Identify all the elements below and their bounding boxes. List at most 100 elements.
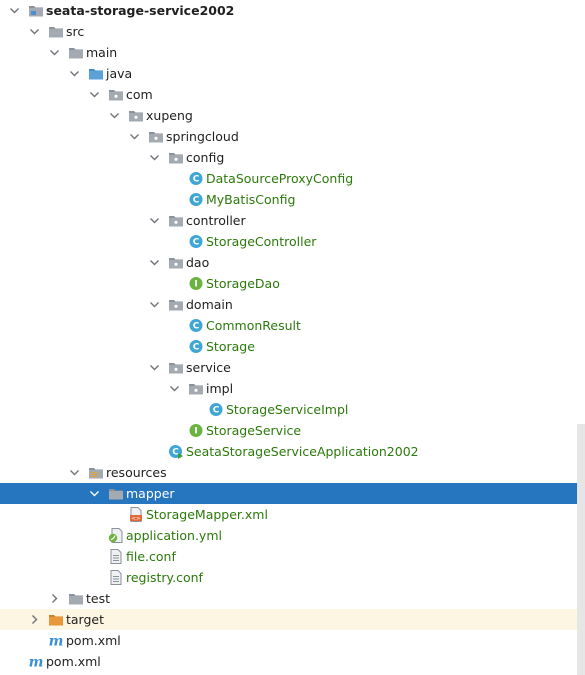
tree-row-registry-conf[interactable]: registry.conf (0, 567, 577, 588)
spring-boot-class-icon: C (168, 444, 184, 459)
tree-row-com[interactable]: com (0, 84, 577, 105)
svg-text:C: C (193, 175, 200, 185)
tree-item-label: SeataStorageServiceApplication2002 (186, 444, 419, 459)
chevron-down-icon[interactable] (166, 378, 182, 399)
svg-text:C: C (193, 238, 200, 248)
svg-text:C: C (193, 322, 200, 332)
tree-row-dao[interactable]: dao (0, 252, 577, 273)
text-file-icon (108, 549, 124, 564)
project-folder-icon (28, 3, 44, 18)
tree-row-storageservice[interactable]: I StorageService (0, 420, 577, 441)
chevron-down-icon[interactable] (46, 42, 62, 63)
tree-row-project-root[interactable]: seata-storage-service2002 (0, 0, 577, 21)
tree-item-label: src (66, 24, 85, 39)
tree-item-label: springcloud (166, 129, 239, 144)
tree-row-application-yml[interactable]: application.yml (0, 525, 577, 546)
chevron-down-icon[interactable] (126, 126, 142, 147)
tree-row-java[interactable]: java (0, 63, 577, 84)
tree-item-label: application.yml (126, 528, 222, 543)
tree-item-label: test (86, 591, 111, 606)
tree-row-file-conf[interactable]: file.conf (0, 546, 577, 567)
svg-text:C: C (193, 343, 200, 353)
chevron-down-icon[interactable] (6, 0, 22, 21)
chevron-down-icon[interactable] (66, 462, 82, 483)
tree-item-label: service (186, 360, 231, 375)
tree-row-domain[interactable]: domain (0, 294, 577, 315)
tree-row-mybatisconfig[interactable]: C MyBatisConfig (0, 189, 577, 210)
chevron-down-icon[interactable] (146, 252, 162, 273)
maven-icon: m (28, 654, 44, 670)
tree-row-main[interactable]: main (0, 42, 577, 63)
chevron-down-icon[interactable] (106, 105, 122, 126)
svg-text:C: C (213, 406, 220, 416)
svg-text:C: C (193, 196, 200, 206)
tree-row-config[interactable]: config (0, 147, 577, 168)
maven-icon: m (48, 633, 64, 649)
tree-item-label: config (186, 150, 225, 165)
chevron-down-icon[interactable] (146, 294, 162, 315)
chevron-down-icon[interactable] (146, 210, 162, 231)
tree-row-controller[interactable]: controller (0, 210, 577, 231)
tree-row-mapper[interactable]: mapper (0, 483, 585, 504)
svg-text:I: I (194, 427, 197, 437)
chevron-down-icon[interactable] (26, 21, 42, 42)
tree-row-springcloud[interactable]: springcloud (0, 126, 577, 147)
source-folder-icon (88, 66, 104, 81)
chevron-down-icon[interactable] (146, 357, 162, 378)
java-interface-icon: I (188, 423, 204, 438)
tree-row-impl[interactable]: impl (0, 378, 577, 399)
tree-item-label: java (106, 66, 133, 81)
tree-row-service[interactable]: service (0, 357, 577, 378)
svg-text:<>: <> (131, 516, 141, 522)
tree-row-storageserviceimpl[interactable]: C StorageServiceImpl (0, 399, 577, 420)
chevron-right-icon[interactable] (26, 609, 42, 630)
yml-file-icon (108, 528, 124, 543)
tree-row-xupeng[interactable]: xupeng (0, 105, 577, 126)
chevron-right-icon[interactable] (46, 588, 62, 609)
tree-item-label: main (86, 45, 118, 60)
vertical-scrollbar[interactable] (577, 424, 585, 675)
folder-icon (68, 45, 84, 60)
svg-text:I: I (194, 280, 197, 290)
tree-item-label: pom.xml (66, 633, 121, 648)
tree-item-label: controller (186, 213, 246, 228)
tree-row-storagecontroller[interactable]: C StorageController (0, 231, 577, 252)
tree-item-label: StorageService (206, 423, 302, 438)
tree-row-target[interactable]: target (0, 609, 577, 630)
java-class-icon: C (188, 339, 204, 354)
tree-row-pom-inner[interactable]: m pom.xml (0, 630, 577, 651)
chevron-down-icon[interactable] (86, 84, 102, 105)
package-icon (168, 255, 184, 270)
java-class-icon: C (188, 171, 204, 186)
tree-item-label: StorageMapper.xml (146, 507, 268, 522)
tree-row-storage[interactable]: C Storage (0, 336, 577, 357)
folder-icon (68, 591, 84, 606)
resources-folder-icon (88, 465, 104, 480)
tree-row-commonresult[interactable]: C CommonResult (0, 315, 577, 336)
package-icon (148, 129, 164, 144)
package-icon (128, 108, 144, 123)
tree-item-label: StorageDao (206, 276, 280, 291)
tree-item-label: domain (186, 297, 233, 312)
chevron-down-icon[interactable] (86, 483, 102, 504)
package-icon (168, 150, 184, 165)
package-icon (168, 360, 184, 375)
tree-row-storagedao[interactable]: I StorageDao (0, 273, 577, 294)
tree-row-storagemapper[interactable]: <> StorageMapper.xml (0, 504, 577, 525)
tree-row-test[interactable]: test (0, 588, 577, 609)
chevron-down-icon[interactable] (66, 63, 82, 84)
tree-row-src[interactable]: src (0, 21, 577, 42)
tree-item-label: MyBatisConfig (206, 192, 296, 207)
tree-row-datasourceproxyconfig[interactable]: C DataSourceProxyConfig (0, 168, 577, 189)
chevron-down-icon[interactable] (146, 147, 162, 168)
tree-item-label: resources (106, 465, 167, 480)
java-class-icon: C (188, 234, 204, 249)
project-tree: seata-storage-service2002 src main java com x… (0, 0, 585, 675)
tree-item-label: DataSourceProxyConfig (206, 171, 354, 186)
excluded-folder-icon (48, 612, 64, 627)
tree-row-pom-root[interactable]: m pom.xml (0, 651, 577, 672)
java-class-icon: C (188, 192, 204, 207)
tree-item-label: mapper (126, 486, 175, 501)
tree-row-resources[interactable]: resources (0, 462, 577, 483)
tree-row-seatastorageserviceapplication2002[interactable]: C SeataStorageServiceApplication2002 (0, 441, 577, 462)
